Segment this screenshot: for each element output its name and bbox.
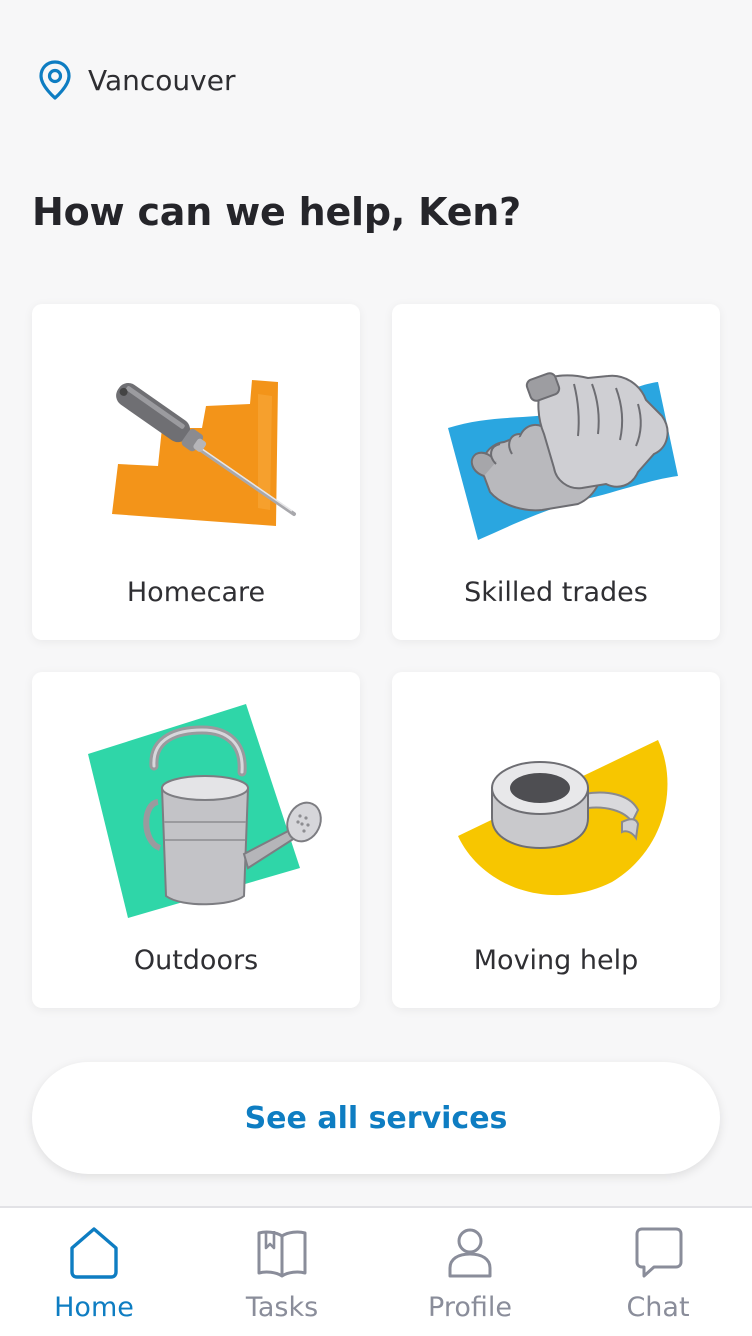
category-card-homecare[interactable]: Homecare xyxy=(32,304,360,640)
category-grid: Homecare Skilled trades Outdoors Moving … xyxy=(32,304,720,1008)
tab-chat[interactable]: Chat xyxy=(564,1208,752,1336)
watering-can-icon xyxy=(88,704,322,918)
category-card-outdoors[interactable]: Outdoors xyxy=(32,672,360,1008)
book-icon xyxy=(256,1226,308,1284)
category-label: Moving help xyxy=(473,945,639,976)
packing-tape-icon xyxy=(458,740,668,896)
home-icon xyxy=(68,1226,120,1284)
tab-home[interactable]: Home xyxy=(0,1208,188,1336)
tab-label: Profile xyxy=(428,1292,512,1323)
tab-tasks[interactable]: Tasks xyxy=(188,1208,376,1336)
tab-profile[interactable]: Profile xyxy=(376,1208,564,1336)
category-label: Homecare xyxy=(126,577,266,608)
tab-label: Chat xyxy=(626,1292,690,1323)
category-label: Skilled trades xyxy=(464,577,648,608)
location-pin-icon xyxy=(38,59,72,101)
category-label: Outdoors xyxy=(133,945,259,976)
location-selector[interactable]: Vancouver xyxy=(38,60,235,100)
bottom-tab-bar: Home Tasks Profile Chat xyxy=(0,1206,752,1336)
category-card-skilled-trades[interactable]: Skilled trades xyxy=(392,304,720,640)
see-all-services-button[interactable]: See all services xyxy=(32,1062,720,1174)
screwdriver-icon xyxy=(112,380,300,526)
location-city: Vancouver xyxy=(88,63,236,97)
page-title: How can we help, Ken? xyxy=(32,190,521,234)
tab-label: Home xyxy=(54,1292,134,1323)
work-gloves-icon xyxy=(448,372,678,540)
tab-label: Tasks xyxy=(245,1292,319,1323)
chat-bubble-icon xyxy=(632,1226,684,1284)
category-card-moving-help[interactable]: Moving help xyxy=(392,672,720,1008)
person-icon xyxy=(444,1226,496,1284)
